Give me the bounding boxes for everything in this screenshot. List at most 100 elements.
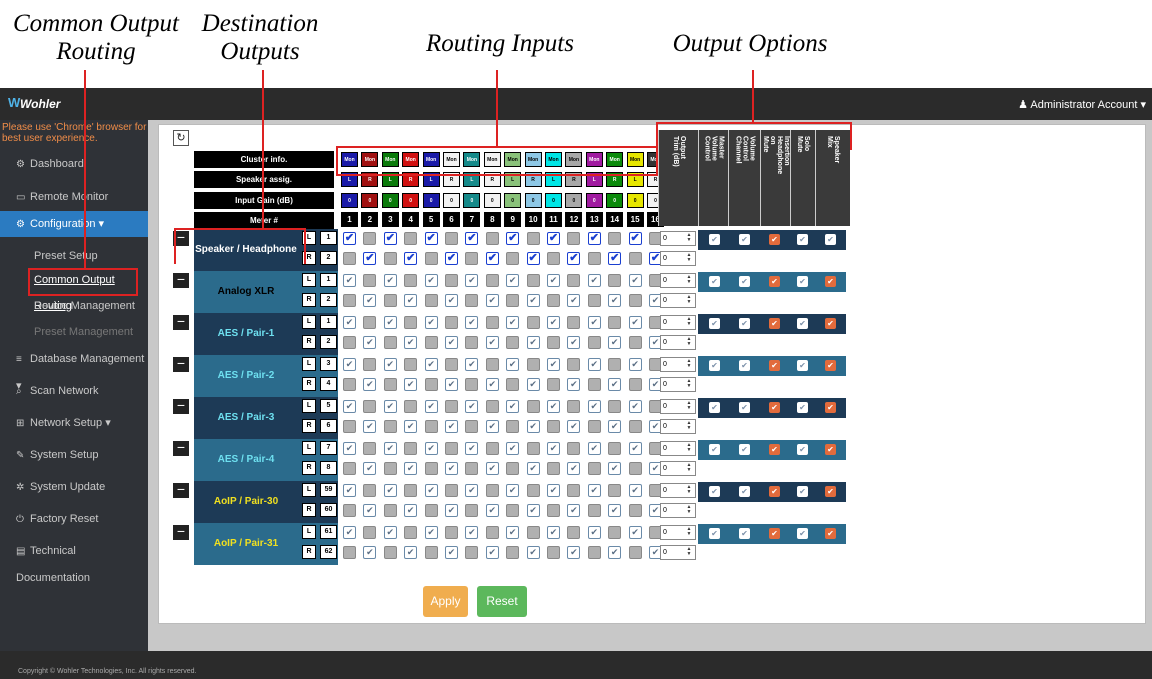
routing-checkbox[interactable]: ✔ [567, 252, 581, 265]
routing-checkbox[interactable]: ✔ [587, 232, 601, 245]
routing-checkbox[interactable] [567, 526, 581, 539]
collapse-button[interactable]: − [173, 524, 189, 540]
routing-checkbox[interactable]: ✔ [424, 442, 438, 455]
option-checkbox[interactable]: ✔ [709, 234, 720, 245]
routing-checkbox[interactable]: ✔ [445, 546, 458, 559]
routing-checkbox[interactable]: ✔ [363, 294, 377, 307]
routing-checkbox[interactable] [628, 336, 642, 349]
routing-checkbox[interactable] [608, 274, 622, 287]
option-checkbox[interactable]: ✔ [825, 360, 836, 371]
option-checkbox[interactable]: ✔ [797, 360, 808, 371]
option-checkbox[interactable]: ✔ [797, 444, 808, 455]
option-checkbox[interactable]: ✔ [825, 402, 836, 413]
routing-checkbox[interactable]: ✔ [587, 316, 601, 329]
option-checkbox[interactable]: ✔ [825, 318, 836, 329]
routing-checkbox[interactable] [363, 526, 377, 539]
trim-spinner-icon[interactable]: ▲ ▼ [685, 547, 693, 558]
routing-checkbox[interactable] [363, 400, 377, 413]
routing-checkbox[interactable]: ✔ [383, 274, 397, 287]
account-menu[interactable]: ♟ Administrator Account ▾ [1018, 98, 1146, 111]
routing-checkbox[interactable]: ✔ [363, 252, 377, 265]
routing-checkbox[interactable] [608, 442, 622, 455]
option-checkbox[interactable]: ✔ [709, 318, 720, 329]
output-trim-input[interactable]: 0 ▲ ▼ [660, 293, 696, 308]
option-checkbox[interactable]: ✔ [739, 360, 750, 371]
sidebar-item-technical-documentation[interactable]: ▤ Technical Documentation [0, 538, 148, 584]
routing-checkbox[interactable] [424, 294, 438, 307]
option-checkbox[interactable]: ✔ [769, 528, 780, 539]
routing-checkbox[interactable]: ✔ [608, 546, 622, 559]
routing-checkbox[interactable] [404, 358, 418, 371]
routing-checkbox[interactable] [608, 400, 622, 413]
collapse-button[interactable]: − [173, 398, 189, 414]
routing-checkbox[interactable] [608, 484, 622, 497]
routing-checkbox[interactable]: ✔ [343, 232, 356, 245]
option-checkbox[interactable]: ✔ [709, 528, 720, 539]
routing-checkbox[interactable] [343, 378, 356, 391]
option-checkbox[interactable]: ✔ [709, 486, 720, 497]
routing-checkbox[interactable] [465, 546, 479, 559]
sidebar-item-system-update[interactable]: ✲ System Update [0, 474, 148, 500]
routing-checkbox[interactable] [567, 232, 581, 245]
routing-checkbox[interactable] [465, 294, 479, 307]
option-checkbox[interactable]: ✔ [739, 486, 750, 497]
routing-checkbox[interactable]: ✔ [363, 378, 377, 391]
routing-checkbox[interactable]: ✔ [547, 526, 560, 539]
output-trim-input[interactable]: 0 ▲ ▼ [660, 461, 696, 476]
routing-checkbox[interactable]: ✔ [485, 546, 499, 559]
output-trim-input[interactable]: 0 ▲ ▼ [660, 503, 696, 518]
input-gain-cell[interactable]: 0 [381, 193, 399, 208]
routing-checkbox[interactable]: ✔ [567, 336, 581, 349]
sidebar-item-configuration[interactable]: ⚙ Configuration ▾ [0, 211, 148, 237]
option-checkbox[interactable]: ✔ [769, 276, 780, 287]
routing-checkbox[interactable]: ✔ [608, 294, 622, 307]
routing-checkbox[interactable]: ✔ [506, 442, 520, 455]
sidebar-item-dashboard[interactable]: ⚙ Dashboard [0, 151, 148, 177]
routing-checkbox[interactable]: ✔ [404, 252, 418, 265]
option-checkbox[interactable]: ✔ [709, 444, 720, 455]
option-checkbox[interactable]: ✔ [825, 528, 836, 539]
routing-checkbox[interactable]: ✔ [424, 526, 438, 539]
routing-checkbox[interactable]: ✔ [628, 526, 642, 539]
routing-checkbox[interactable]: ✔ [608, 336, 622, 349]
routing-checkbox[interactable] [445, 526, 458, 539]
routing-checkbox[interactable]: ✔ [383, 232, 397, 245]
input-gain-cell[interactable]: 0 [422, 193, 440, 208]
routing-checkbox[interactable] [404, 232, 418, 245]
routing-checkbox[interactable] [506, 252, 520, 265]
routing-checkbox[interactable]: ✔ [567, 504, 581, 517]
routing-checkbox[interactable]: ✔ [404, 336, 418, 349]
sidebar-item-device-management[interactable]: Device Management [0, 293, 148, 319]
routing-checkbox[interactable]: ✔ [628, 400, 642, 413]
trim-spinner-icon[interactable]: ▲ ▼ [685, 275, 693, 286]
routing-checkbox[interactable]: ✔ [343, 358, 356, 371]
routing-checkbox[interactable] [424, 420, 438, 433]
routing-checkbox[interactable]: ✔ [445, 336, 458, 349]
routing-checkbox[interactable]: ✔ [404, 420, 418, 433]
routing-checkbox[interactable]: ✔ [343, 484, 356, 497]
routing-checkbox[interactable] [465, 504, 479, 517]
routing-checkbox[interactable] [383, 420, 397, 433]
routing-checkbox[interactable] [343, 420, 356, 433]
routing-checkbox[interactable] [628, 294, 642, 307]
routing-checkbox[interactable] [404, 442, 418, 455]
trim-spinner-icon[interactable]: ▲ ▼ [685, 295, 693, 306]
option-checkbox[interactable]: ✔ [797, 234, 808, 245]
routing-checkbox[interactable] [485, 316, 499, 329]
input-gain-cell[interactable]: 0 [565, 193, 583, 208]
option-checkbox[interactable]: ✔ [739, 276, 750, 287]
sidebar-item-remote-monitor[interactable]: ▭ Remote Monitor [0, 184, 148, 210]
routing-checkbox[interactable]: ✔ [383, 316, 397, 329]
routing-checkbox[interactable]: ✔ [445, 462, 458, 475]
routing-checkbox[interactable]: ✔ [383, 400, 397, 413]
sidebar-item-scan-network[interactable]: ⌕ Scan Network [0, 378, 148, 404]
routing-checkbox[interactable] [383, 462, 397, 475]
trim-spinner-icon[interactable]: ▲ ▼ [685, 421, 693, 432]
routing-checkbox[interactable] [628, 462, 642, 475]
routing-checkbox[interactable]: ✔ [424, 358, 438, 371]
routing-checkbox[interactable] [608, 358, 622, 371]
routing-checkbox[interactable]: ✔ [608, 504, 622, 517]
output-trim-input[interactable]: 0 ▲ ▼ [660, 525, 696, 540]
routing-checkbox[interactable] [485, 484, 499, 497]
routing-checkbox[interactable]: ✔ [485, 504, 499, 517]
